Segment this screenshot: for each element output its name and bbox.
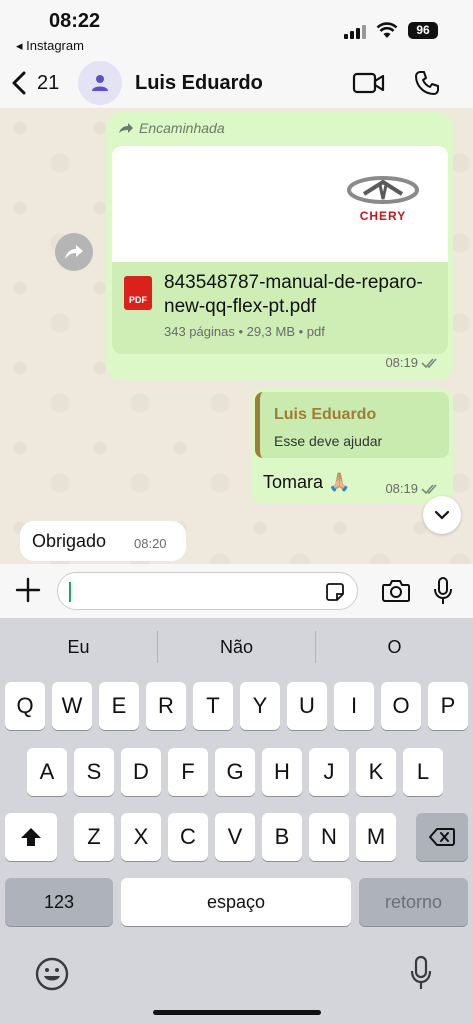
- key-o[interactable]: O: [381, 682, 421, 730]
- sticker-icon[interactable]: [325, 582, 345, 602]
- dictation-microphone-icon[interactable]: [410, 955, 432, 991]
- suggestion-3[interactable]: O: [316, 618, 473, 676]
- key-l[interactable]: L: [403, 748, 443, 796]
- forwarded-text: Encaminhada: [139, 120, 225, 136]
- key-j[interactable]: J: [309, 748, 349, 796]
- document-message[interactable]: Encaminhada CHERY PDF 843548787-manual-d…: [106, 112, 453, 380]
- backspace-icon: [429, 828, 455, 846]
- key-q[interactable]: Q: [5, 682, 45, 730]
- space-key[interactable]: espaço: [121, 878, 351, 926]
- emoji-icon[interactable]: [35, 957, 69, 991]
- avatar[interactable]: [78, 61, 122, 105]
- chat-header: 21 Luis Eduardo: [0, 58, 473, 108]
- key-k[interactable]: K: [356, 748, 396, 796]
- chery-emblem-icon: [347, 176, 419, 204]
- contact-name[interactable]: Luis Eduardo: [135, 72, 263, 95]
- status-time: 08:22: [49, 10, 101, 32]
- microphone-icon[interactable]: [433, 576, 453, 606]
- key-z[interactable]: Z: [74, 813, 114, 861]
- chevron-down-icon: [434, 510, 450, 520]
- suggestion-1[interactable]: Eu: [0, 618, 157, 676]
- keyboard: Eu Não O Q W E R T Y U I O P A S D F G H…: [0, 618, 473, 1024]
- key-u[interactable]: U: [287, 682, 327, 730]
- key-v[interactable]: V: [215, 813, 255, 861]
- message-input-bar: [0, 564, 473, 618]
- key-r[interactable]: R: [146, 682, 186, 730]
- forwarded-arrow-icon: [119, 123, 133, 133]
- key-p[interactable]: P: [428, 682, 468, 730]
- reply-time-text: 08:19: [385, 481, 418, 496]
- key-a[interactable]: A: [27, 748, 67, 796]
- key-x[interactable]: X: [121, 813, 161, 861]
- key-i[interactable]: I: [334, 682, 374, 730]
- message-input[interactable]: [57, 572, 358, 610]
- key-h[interactable]: H: [262, 748, 302, 796]
- chat-area[interactable]: Encaminhada CHERY PDF 843548787-manual-d…: [0, 108, 473, 564]
- video-call-icon[interactable]: [352, 72, 386, 94]
- message-time-text: 08:19: [385, 355, 418, 370]
- key-c[interactable]: C: [168, 813, 208, 861]
- quoted-sender: Luis Eduardo: [274, 406, 377, 423]
- forward-button[interactable]: [55, 233, 93, 271]
- key-s[interactable]: S: [74, 748, 114, 796]
- quoted-message[interactable]: Luis Eduardo Esse deve ajudar: [255, 392, 449, 458]
- battery-indicator: 96: [408, 22, 438, 39]
- status-bar: 08:22 ◂ Instagram 96: [0, 0, 473, 58]
- key-e[interactable]: E: [99, 682, 139, 730]
- shift-arrow-icon: [21, 828, 41, 846]
- brand-text: CHERY: [359, 209, 407, 223]
- double-check-icon: [421, 357, 437, 368]
- backspace-key[interactable]: [416, 813, 468, 861]
- document-file[interactable]: PDF 843548787-manual-de-reparo-new-qq-fl…: [112, 262, 448, 354]
- key-y[interactable]: Y: [240, 682, 280, 730]
- key-m[interactable]: M: [356, 813, 396, 861]
- reply-message[interactable]: Luis Eduardo Esse deve ajudar Tomara 🙏🏼 …: [251, 388, 453, 504]
- camera-icon[interactable]: [381, 578, 411, 604]
- key-f[interactable]: F: [168, 748, 208, 796]
- phone-call-icon[interactable]: [414, 70, 440, 96]
- document-meta: 343 páginas • 29,3 MB • pdf: [164, 324, 325, 339]
- document-preview[interactable]: CHERY: [112, 146, 448, 262]
- incoming-time: 08:20: [134, 536, 167, 551]
- double-check-icon: [421, 483, 437, 494]
- reply-time: 08:19: [385, 481, 441, 496]
- message-time: 08:19: [385, 355, 441, 370]
- quoted-text: Esse deve ajudar: [274, 433, 383, 449]
- key-d[interactable]: D: [121, 748, 161, 796]
- shift-key[interactable]: [5, 813, 57, 861]
- return-key[interactable]: retorno: [359, 878, 468, 926]
- share-arrow-icon: [65, 245, 83, 259]
- scroll-down-button[interactable]: [423, 496, 461, 534]
- suggestion-2[interactable]: Não: [158, 618, 315, 676]
- incoming-message[interactable]: Obrigado 08:20: [20, 521, 186, 561]
- key-n[interactable]: N: [309, 813, 349, 861]
- chevron-left-icon[interactable]: [10, 70, 28, 96]
- wifi-icon: [376, 22, 398, 38]
- person-icon: [92, 75, 108, 91]
- unread-count[interactable]: 21: [37, 72, 59, 95]
- document-filename: 843548787-manual-de-reparo-new-qq-flex-p…: [164, 272, 423, 317]
- forwarded-label: Encaminhada: [118, 120, 225, 136]
- text-caret: [69, 582, 71, 602]
- numbers-key[interactable]: 123: [5, 878, 113, 926]
- home-indicator: [153, 1010, 321, 1015]
- incoming-text: Obrigado: [32, 531, 107, 551]
- plus-icon[interactable]: [14, 576, 42, 604]
- key-b[interactable]: B: [262, 813, 302, 861]
- reply-text: Tomara 🙏🏼: [263, 472, 351, 492]
- chery-logo: CHERY: [344, 176, 422, 223]
- signal-icon: [344, 25, 366, 39]
- pdf-file-icon: PDF: [124, 276, 152, 310]
- key-g[interactable]: G: [215, 748, 255, 796]
- key-t[interactable]: T: [193, 682, 233, 730]
- key-w[interactable]: W: [52, 682, 92, 730]
- back-to-app-link[interactable]: ◂ Instagram: [16, 38, 84, 54]
